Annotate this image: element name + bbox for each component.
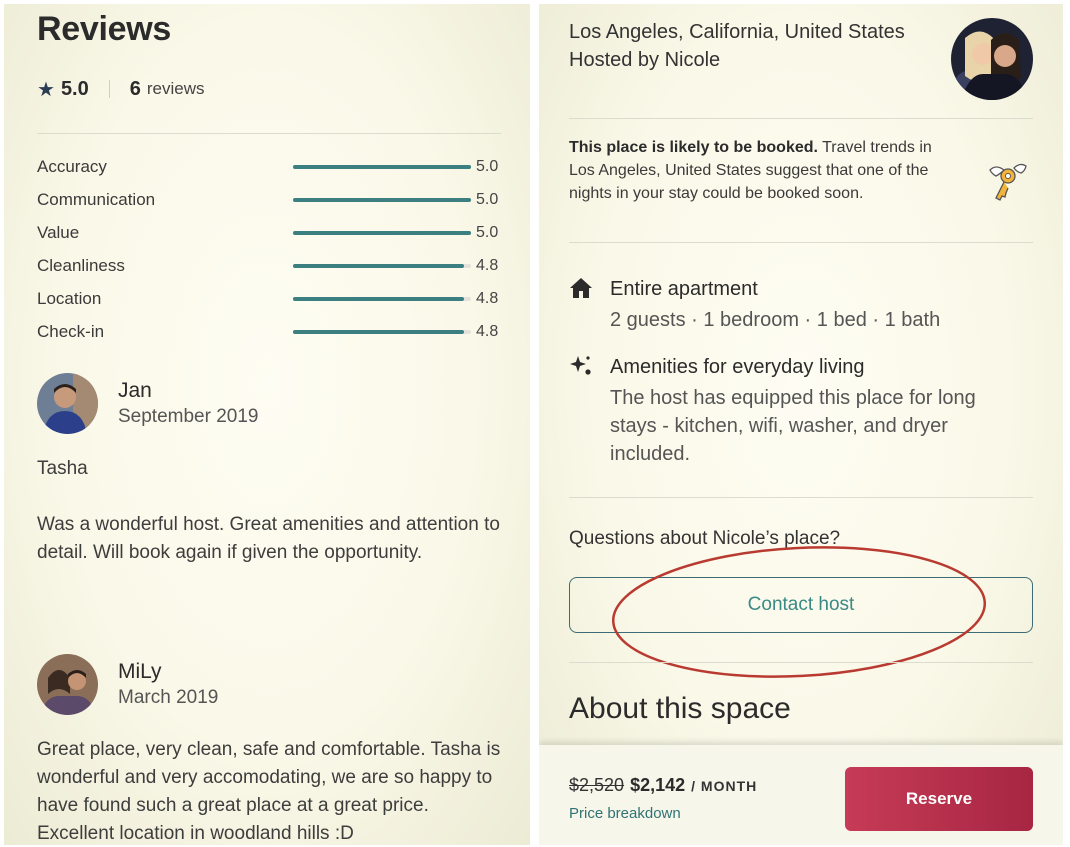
booking-bar: $2,520 $2,142 / MONTH Price breakdown Re… <box>539 745 1063 845</box>
divider <box>569 118 1033 119</box>
score-bar-fill <box>293 198 471 202</box>
location-text: Los Angeles, California, United States <box>569 21 905 43</box>
score-label: Accuracy <box>37 157 107 176</box>
old-price: $2,520 <box>569 775 625 795</box>
score-value: 4.8 <box>476 290 499 307</box>
score-label: Location <box>37 289 102 308</box>
score-bar-fill <box>293 264 464 268</box>
score-bar <box>293 264 471 268</box>
feature-title: Entire apartment <box>610 278 758 300</box>
reserve-button[interactable]: Reserve <box>845 767 1033 831</box>
review-date: September 2019 <box>118 405 259 427</box>
sparkle-icon <box>570 356 591 375</box>
divider <box>569 662 1033 663</box>
hosted-by: Hosted by Nicole <box>569 49 721 71</box>
score-row-communication: Communication 5.0 <box>37 188 501 212</box>
score-value: 4.8 <box>476 323 499 340</box>
score-value: 4.8 <box>476 257 499 274</box>
score-bar <box>293 330 471 334</box>
score-value: 5.0 <box>476 224 499 241</box>
reviewer-header: Jan September 2019 <box>37 373 259 434</box>
price-period: / MONTH <box>691 778 758 794</box>
questions-label: Questions about Nicole’s place? <box>569 528 841 549</box>
score-label: Check-in <box>37 322 105 341</box>
reviews-panel: Reviews ★ 5.0 6 reviews Accuracy 5.0 Com… <box>4 4 530 845</box>
reviewer-name: MiLy <box>118 659 162 683</box>
price-breakdown-link[interactable]: Price breakdown <box>569 805 681 822</box>
review-text: Was a wonderful host. Great amenities an… <box>37 514 500 563</box>
feature-desc: The host has equipped this place for lon… <box>610 387 976 465</box>
listing-location: Los Angeles, California, United States H… <box>569 18 905 74</box>
score-bar <box>293 231 471 235</box>
reviewer-avatar[interactable] <box>37 373 98 434</box>
review-text: Great place, very clean, safe and comfor… <box>37 739 501 844</box>
host-avatar[interactable] <box>951 18 1033 100</box>
score-row-value: Value 5.0 <box>37 221 501 245</box>
review-count[interactable]: 6 <box>130 78 141 101</box>
score-label: Value <box>37 223 80 242</box>
review-date: March 2019 <box>118 686 219 708</box>
booking-notice: This place is likely to be booked. Trave… <box>569 136 959 205</box>
about-section-title: About this space <box>569 692 791 725</box>
contact-host-button[interactable]: Contact host <box>569 577 1033 633</box>
score-bar-fill <box>293 297 464 301</box>
score-bar <box>293 297 471 301</box>
reviewer-header: MiLy March 2019 <box>37 654 218 715</box>
price-line: $2,520 $2,142 / MONTH <box>569 775 757 796</box>
reviews-summary: ★ 5.0 6 reviews <box>37 76 205 102</box>
score-row-location: Location 4.8 <box>37 287 501 311</box>
review-count-label[interactable]: reviews <box>147 79 205 99</box>
score-label: Communication <box>37 190 156 209</box>
score-value: 5.0 <box>476 158 499 175</box>
reviews-title: Reviews <box>37 10 171 48</box>
review-text: Tasha <box>37 458 88 479</box>
score-bar <box>293 198 471 202</box>
overall-rating: 5.0 <box>60 77 89 100</box>
divider <box>569 497 1033 498</box>
score-row-check-in: Check-in 4.8 <box>37 320 501 344</box>
star-icon: ★ <box>37 78 55 101</box>
listing-panel: Los Angeles, California, United States H… <box>539 4 1063 845</box>
score-row-cleanliness: Cleanliness 4.8 <box>37 254 501 278</box>
feature-desc: 2 guests · 1 bedroom · 1 bed · 1 bath <box>610 309 941 331</box>
score-bar <box>293 165 471 169</box>
score-row-accuracy: Accuracy 5.0 <box>37 155 501 179</box>
summary-separator <box>108 80 110 98</box>
reviewer-avatar[interactable] <box>37 654 98 715</box>
score-value: 5.0 <box>476 191 499 208</box>
reviewer-name: Jan <box>118 378 152 402</box>
score-bar-fill <box>293 165 471 169</box>
divider <box>569 242 1033 243</box>
divider <box>37 133 501 134</box>
winged-key-icon <box>989 163 1027 201</box>
score-bar-fill <box>293 330 464 334</box>
score-bar-fill <box>293 231 471 235</box>
booking-notice-bold: This place is likely to be booked. <box>569 139 818 156</box>
new-price: $2,142 <box>630 775 686 795</box>
score-label: Cleanliness <box>37 256 125 275</box>
home-icon <box>570 278 592 298</box>
feature-title: Amenities for everyday living <box>610 356 865 378</box>
